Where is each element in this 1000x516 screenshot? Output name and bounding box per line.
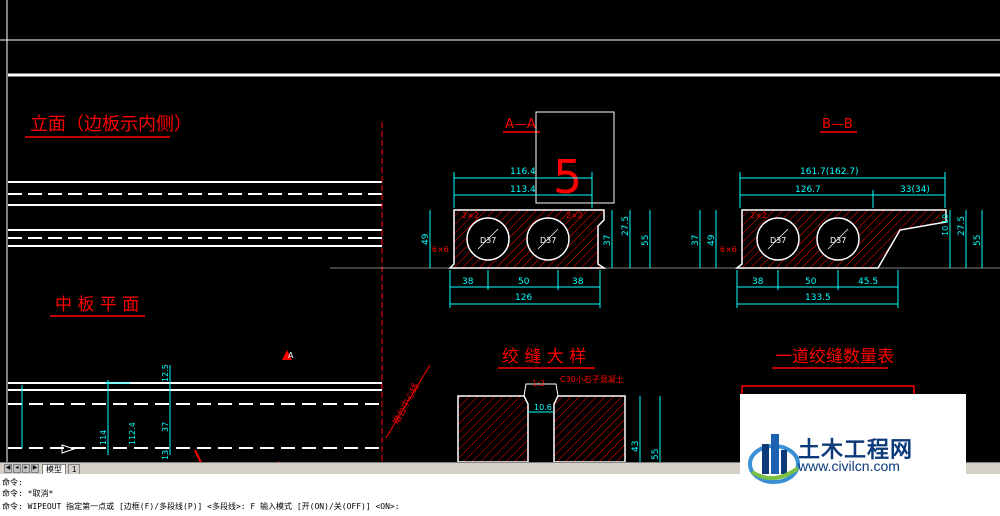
b-dim-height-right-c: 27.5 — [957, 216, 967, 236]
command-history-line-1: 命令: — [2, 478, 23, 487]
title-plan: 中 板 平 面 — [55, 295, 139, 315]
b-dim-bottom-mid: 50 — [805, 277, 817, 287]
b-chamfer-left: 6×6 — [720, 245, 737, 254]
elevation-view — [8, 181, 382, 247]
a-hole-left: D37 — [480, 236, 496, 245]
b-dim-top-total: 161.7(162.7) — [800, 167, 859, 177]
a-dim-bottom-right: 38 — [572, 277, 584, 287]
a-dim-bottom-total: 126 — [515, 293, 532, 303]
a-dim-top-inner: 113.4 — [510, 185, 536, 195]
title-joint-table: 一道绞缝数量表 — [775, 347, 894, 367]
command-prompt-line[interactable]: 命令: WIPEOUT 指定第一点或 [边框(F)/多段线(P)] <多段线>:… — [2, 501, 400, 512]
joint-width: 10.6 — [534, 403, 552, 412]
b-dim-height-total: 55 — [973, 235, 983, 246]
b-dim-bottom-right: 45.5 — [858, 277, 878, 287]
joint-height-right: 55 — [651, 449, 661, 460]
joint-detail-view — [457, 383, 661, 462]
tab-layout-1[interactable]: 1 — [68, 464, 81, 474]
plan-dim-13: 13 — [161, 450, 170, 460]
b-dim-top-right: 33(34) — [900, 185, 930, 195]
title-elevation: 立面（边板示内侧） — [30, 114, 192, 135]
a-dim-height-right-b: 27.5 — [621, 216, 631, 236]
b-dim-height-right-b: 10 — [941, 226, 950, 236]
plan-dim-112-4: 112.4 — [128, 422, 137, 445]
a-chamfer-top-left: 2×2 — [462, 211, 479, 220]
b-hole-right: D37 — [830, 236, 846, 245]
title-joint-detail: 绞 缝 大 样 — [502, 347, 586, 367]
tab-model[interactable]: 模型 — [42, 464, 66, 474]
b-dim-top-inner: 126.7 — [795, 185, 821, 195]
a-hole-right: D37 — [540, 236, 556, 245]
watermark-logo: 土木工程网 www.civilcn.com — [740, 394, 966, 510]
drawing-svg[interactable]: 立面（边板示内侧） 中 板 平 面 A 112.4 37 114 12.5 13… — [0, 0, 1000, 462]
tab-last-icon[interactable]: ▶ — [31, 464, 39, 473]
centerline-label: 墩台中心线 — [390, 381, 422, 426]
tab-first-icon[interactable]: ◀ — [4, 464, 12, 473]
logo-building-icon — [748, 434, 800, 484]
annotation-arrow-1 — [194, 449, 202, 462]
command-history-line-2: 命令: *取消* — [2, 489, 54, 498]
plan-dim-37: 37 — [161, 422, 170, 432]
b-hole-left: D37 — [770, 236, 786, 245]
plan-view — [8, 350, 382, 455]
plan-dim-114: 114 — [99, 430, 108, 445]
watermark-url: www.civilcn.com — [798, 458, 900, 474]
concrete-note: C30小石子混凝土 — [560, 374, 624, 384]
joint-height: 43 — [631, 441, 641, 452]
a-dim-height-left: 49 — [421, 233, 431, 245]
tab-next-icon[interactable]: ▸ — [22, 464, 30, 473]
a-dim-bottom-left: 38 — [462, 277, 474, 287]
drawing-canvas[interactable]: 立面（边板示内侧） 中 板 平 面 A 112.4 37 114 12.5 13… — [0, 0, 1000, 462]
b-chamfer-top-left: 2×2 — [750, 211, 767, 220]
b-dim-height-left-b: 49 — [707, 234, 717, 246]
b-dim-bottom-left: 38 — [752, 277, 764, 287]
b-dim-height-left-a: 37 — [691, 235, 701, 246]
joint-ratio: 1:2 — [532, 379, 545, 388]
a-dim-bottom-mid: 50 — [518, 277, 530, 287]
section-a-label: A—A — [505, 117, 536, 132]
section-b-label: B—B — [822, 117, 853, 132]
centerline-label-leader — [385, 364, 431, 439]
b-dim-bottom-total: 133.5 — [805, 293, 831, 303]
a-dim-height-right-a: 37 — [603, 235, 613, 246]
plan-dim-12-5: 12.5 — [161, 364, 170, 382]
overlay-number: 5 — [553, 150, 582, 204]
b-dim-height-right-a: 10 — [941, 214, 950, 224]
a-chamfer-top-right: 2×2 — [566, 211, 583, 220]
a-chamfer-left: 6×6 — [432, 245, 449, 254]
tab-prev-icon[interactable]: ◂ — [13, 464, 21, 473]
a-dim-top-total: 116.4 — [510, 167, 536, 177]
label-a-mark: A — [288, 351, 294, 360]
a-dim-height-total: 55 — [641, 235, 651, 246]
